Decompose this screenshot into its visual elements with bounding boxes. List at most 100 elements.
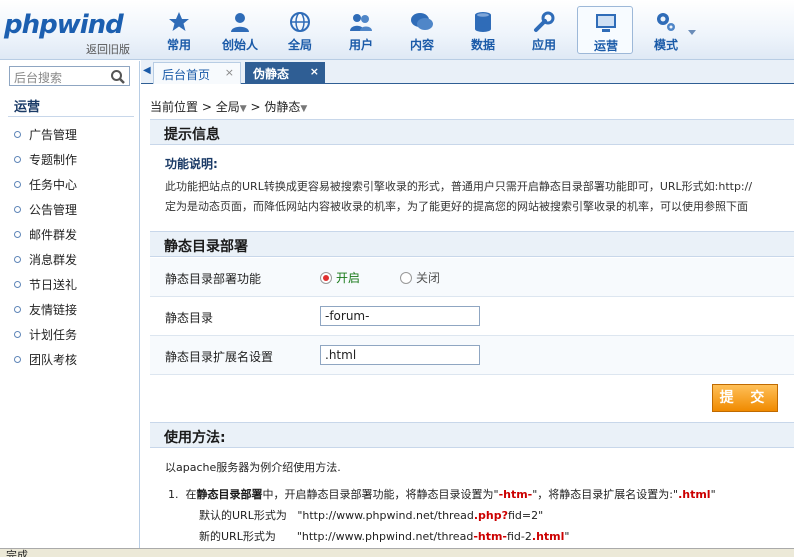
tab-bar: ◀ 后台首页 × 伪静态 ×: [141, 60, 794, 84]
tab-label: 后台首页: [162, 68, 211, 82]
text-highlight: -htm-: [498, 488, 533, 501]
radio-disable[interactable]: 关闭: [400, 269, 440, 286]
nav-label: 数据: [470, 38, 495, 52]
search-icon[interactable]: [110, 69, 126, 85]
tab-admin-home[interactable]: 后台首页 ×: [153, 62, 241, 84]
breadcrumb-global[interactable]: 全局: [216, 100, 240, 114]
search-placeholder: 后台搜索: [14, 71, 63, 85]
text: "，将静态目录扩展名设置为:": [532, 488, 679, 501]
nav-label: 全局: [287, 38, 312, 52]
sidebar-item-holiday-gifts[interactable]: 节日送礼: [14, 276, 77, 296]
breadcrumb: 当前位置 > 全局▼ > 伪静态▼: [150, 98, 307, 115]
text: "http://www.phpwind.net/thread: [296, 530, 474, 543]
scroll-left-icon[interactable]: ◀: [143, 65, 151, 76]
monitor-icon: [596, 14, 616, 32]
close-icon[interactable]: ×: [225, 66, 234, 79]
nav-label: 运营: [593, 39, 618, 53]
bullet-icon: [14, 156, 21, 163]
sidebar-item-ads[interactable]: 广告管理: [14, 126, 77, 146]
text: "http://www.phpwind.net/thread: [297, 509, 474, 522]
bullet-icon: [14, 356, 21, 363]
section-title: 提示信息: [164, 127, 220, 143]
status-bar: 完成: [0, 548, 794, 557]
sidebar-item-team-review[interactable]: 团队考核: [14, 351, 77, 371]
nav-users[interactable]: 用户: [333, 6, 389, 54]
nav-founder[interactable]: 创始人: [212, 6, 268, 54]
nav-common[interactable]: 常用: [151, 6, 207, 54]
status-text: 完成: [6, 549, 28, 557]
nav-global[interactable]: 全局: [272, 6, 328, 54]
usage-step-1: 1. 在静态目录部署中，开启静态目录部署功能，将静态目录设置为"-htm-"，将…: [168, 486, 716, 502]
text: fid=2": [507, 509, 544, 522]
sidebar-item-label: 邮件群发: [29, 228, 78, 242]
sidebar-item-scheduled-tasks[interactable]: 计划任务: [14, 326, 77, 346]
input-value: -forum-: [325, 309, 370, 323]
nav-mode[interactable]: 模式: [638, 6, 694, 54]
step-number: 1.: [168, 488, 179, 501]
nav-apps[interactable]: 应用: [516, 6, 572, 54]
chat-icon: [411, 13, 433, 30]
text: fid-2: [507, 530, 532, 543]
sidebar-item-mass-mail[interactable]: 邮件群发: [14, 226, 77, 246]
breadcrumb-separator: >: [250, 100, 261, 114]
bullet-icon: [14, 231, 21, 238]
radio-enable[interactable]: 开启: [320, 269, 360, 286]
text: 新的URL形式为: [199, 530, 276, 543]
tab-pseudo-static[interactable]: 伪静态 ×: [245, 62, 325, 84]
text: 在: [185, 488, 197, 501]
nav-label: 模式: [653, 38, 678, 52]
breadcrumb-prefix: 当前位置: [150, 100, 199, 114]
nav-operation[interactable]: 运营: [577, 6, 633, 54]
radio-label: 关闭: [416, 271, 441, 285]
static-ext-input[interactable]: .html: [320, 345, 480, 365]
sidebar-item-mass-message[interactable]: 消息群发: [14, 251, 77, 271]
bullet-icon: [14, 331, 21, 338]
new-url-line: 新的URL形式为 "http://www.phpwind.net/thread-…: [199, 528, 569, 544]
text-bold: 静态目录部署: [196, 488, 263, 501]
sidebar-title: 运营: [14, 100, 41, 115]
input-value: .html: [325, 348, 357, 362]
breadcrumb-separator: >: [201, 100, 212, 114]
nav-content[interactable]: 内容: [394, 6, 450, 54]
gears-icon: [657, 13, 675, 31]
user-icon: [231, 13, 249, 32]
description-line: 此功能把站点的URL转换成更容易被搜索引擎收录的形式，普通用户只需开启静态目录部…: [165, 180, 753, 193]
sidebar-item-topics[interactable]: 专题制作: [14, 151, 77, 171]
back-to-old-version-link[interactable]: 返回旧版: [86, 41, 130, 57]
sidebar-item-label: 广告管理: [29, 128, 78, 142]
tab-label: 伪静态: [253, 67, 290, 81]
nav-data[interactable]: 数据: [455, 6, 511, 54]
radio-label: 开启: [336, 271, 361, 285]
chevron-down-icon[interactable]: [688, 30, 696, 36]
breadcrumb-current[interactable]: 伪静态: [264, 100, 300, 114]
radio-selected-icon: [320, 272, 332, 284]
bullet-icon: [14, 131, 21, 138]
sidebar-item-announcements[interactable]: 公告管理: [14, 201, 77, 221]
sidebar-item-tasks[interactable]: 任务中心: [14, 176, 77, 196]
admin-window: phpwind 返回旧版 常用 创始人 全局 用户 内容 数据 应用 运营 模式…: [0, 0, 794, 557]
nav-label: 应用: [531, 38, 556, 52]
static-dir-input[interactable]: -forum-: [320, 306, 480, 326]
bullet-icon: [14, 181, 21, 188]
users-icon: [350, 14, 372, 31]
text-highlight: -htm-: [473, 530, 507, 543]
close-icon[interactable]: ×: [310, 65, 319, 78]
phpwind-logo[interactable]: phpwind: [4, 10, 124, 40]
sidebar-item-friend-links[interactable]: 友情链接: [14, 301, 77, 321]
globe-icon: [290, 12, 310, 32]
chevron-down-icon[interactable]: ▼: [300, 104, 307, 114]
function-description-title: 功能说明:: [165, 157, 218, 171]
submit-button[interactable]: 提 交: [712, 384, 778, 412]
text: ": [710, 488, 716, 501]
sidebar: 后台搜索 运营 广告管理 专题制作 任务中心 公告管理 邮件群发 消息群发 节日…: [0, 61, 140, 557]
text-highlight: .php?: [473, 509, 508, 522]
chevron-down-icon[interactable]: ▼: [240, 104, 247, 114]
sidebar-item-label: 公告管理: [29, 203, 78, 217]
search-input[interactable]: 后台搜索: [9, 66, 130, 86]
divider: [8, 116, 134, 117]
bullet-icon: [14, 281, 21, 288]
nav-label: 创始人: [221, 38, 258, 52]
sidebar-item-label: 专题制作: [29, 153, 78, 167]
sidebar-item-label: 友情链接: [29, 303, 78, 317]
text-highlight: .html: [678, 488, 711, 501]
